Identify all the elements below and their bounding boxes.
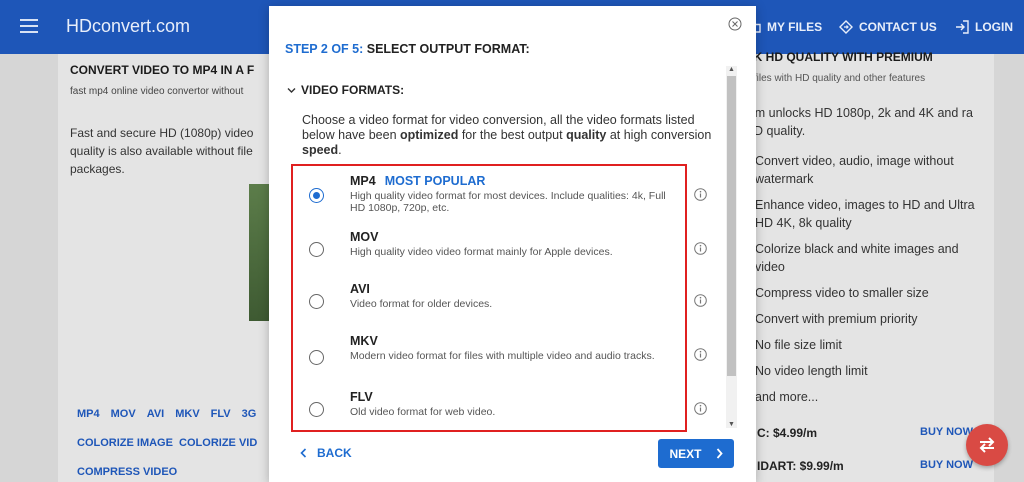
premium-feature: Enhance video, images to HD and Ultra HD… — [755, 198, 975, 230]
close-icon[interactable] — [728, 17, 742, 31]
back-button[interactable]: BACK — [300, 446, 352, 460]
intro-emphasis: quality — [566, 128, 607, 142]
preview-image — [249, 184, 270, 321]
radio-button[interactable] — [309, 350, 324, 365]
format-option-mkv[interactable]: MKV Modern video format for files with m… — [293, 326, 707, 382]
format-scroll-area[interactable]: VIDEO FORMATS: Choose a video format for… — [269, 66, 739, 432]
next-button[interactable]: NEXT — [658, 439, 734, 468]
format-option-mov[interactable]: MOV High quality video video format main… — [293, 222, 707, 274]
format-name: MKV — [350, 334, 378, 348]
format-option-flv[interactable]: FLV Old video format for web video. — [293, 382, 707, 430]
buy-now-button[interactable]: BUY NOW — [920, 426, 973, 438]
format-link[interactable]: 3G — [242, 408, 257, 420]
step-heading: STEP 2 OF 5: SELECT OUTPUT FORMAT: — [285, 42, 530, 56]
colorize-links[interactable]: COLORIZE IMAGE COLORIZE VID — [77, 437, 257, 449]
premium-feature: and more... — [755, 390, 819, 404]
nav-my-files-label: MY FILES — [767, 20, 823, 34]
plan-price: IDART: $9.99/m — [757, 459, 844, 473]
radio-button[interactable] — [309, 294, 324, 309]
premium-feature: Convert with premium priority — [755, 312, 918, 326]
format-link[interactable]: MKV — [175, 408, 199, 420]
step-counter: STEP 2 OF 5: — [285, 42, 364, 56]
radio-button[interactable] — [309, 242, 324, 257]
format-link[interactable]: FLV — [211, 408, 231, 420]
format-intro-text: Choose a video format for video conversi… — [302, 113, 722, 158]
nav-login[interactable]: LOGIN — [955, 20, 1013, 34]
page-heading: CONVERT VIDEO TO MP4 IN A F — [70, 63, 255, 77]
premium-feature: No file size limit — [755, 338, 842, 352]
premium-feature: Colorize black and white images and vide… — [755, 242, 959, 274]
format-name-text: MP4 — [350, 174, 376, 188]
format-description: Old video format for web video. — [350, 406, 496, 418]
radio-button[interactable] — [309, 402, 324, 417]
format-link[interactable]: MP4 — [77, 408, 100, 420]
info-icon[interactable] — [694, 402, 707, 415]
chevron-down-icon — [287, 87, 296, 93]
intro-emphasis: optimized — [400, 128, 459, 142]
intro-text: . — [338, 143, 342, 157]
chevron-right-icon — [716, 448, 723, 459]
premium-feature: Convert video, audio, image without wate… — [755, 154, 954, 186]
intro-text: at high conversion — [606, 128, 712, 142]
scrollbar-thumb[interactable] — [727, 76, 736, 376]
chevron-left-icon — [300, 448, 307, 458]
login-icon — [956, 20, 969, 34]
intro-text: for the best output — [458, 128, 567, 142]
format-link[interactable]: MOV — [111, 408, 136, 420]
back-label: BACK — [317, 446, 352, 460]
page-description: Fast and secure HD (1080p) video quality… — [70, 126, 254, 176]
scroll-down-arrow[interactable]: ▼ — [728, 421, 735, 428]
format-option-avi[interactable]: AVI Video format for older devices. — [293, 274, 707, 326]
scroll-up-arrow[interactable]: ▲ — [728, 66, 735, 73]
format-description: High quality video format for most devic… — [350, 190, 666, 214]
info-icon[interactable] — [694, 188, 707, 201]
next-label: NEXT — [669, 446, 702, 461]
compress-video-link[interactable]: COMPRESS VIDEO — [77, 466, 177, 478]
info-icon[interactable] — [694, 242, 707, 255]
select-format-modal: STEP 2 OF 5: SELECT OUTPUT FORMAT: VIDEO… — [269, 6, 756, 482]
most-popular-badge: MOST POPULAR — [384, 174, 486, 188]
format-link[interactable]: AVI — [147, 408, 165, 420]
format-name: MP4 MOST POPULAR — [350, 174, 485, 188]
step-title: SELECT OUTPUT FORMAT: — [366, 42, 530, 56]
nav-contact-us-label: CONTACT US — [859, 20, 937, 34]
menu-icon[interactable] — [20, 19, 38, 33]
nav-login-label: LOGIN — [975, 20, 1013, 34]
format-links: MP4 MOV AVI MKV FLV 3G — [77, 408, 267, 420]
info-icon[interactable] — [694, 294, 707, 307]
format-name: FLV — [350, 390, 373, 404]
site-logo[interactable]: HDconvert.com — [66, 16, 190, 37]
format-options-list: MP4 MOST POPULAR High quality video forma… — [291, 164, 707, 432]
page-subheading: fast mp4 online video convertor without — [70, 86, 244, 97]
nav-contact-us[interactable]: CONTACT US — [839, 20, 937, 34]
video-formats-toggle[interactable]: VIDEO FORMATS: — [287, 83, 404, 97]
buy-now-button[interactable]: BUY NOW — [920, 459, 973, 471]
intro-emphasis: speed — [302, 143, 339, 157]
format-option-mp4[interactable]: MP4 MOST POPULAR High quality video forma… — [293, 166, 707, 222]
premium-subtitle: rt files with HD quality and other featu… — [745, 73, 926, 84]
plan-price: C: $4.99/m — [757, 426, 818, 440]
format-description: High quality video video format mainly f… — [350, 246, 613, 258]
radio-button-selected[interactable] — [309, 188, 324, 203]
info-icon[interactable] — [694, 348, 707, 361]
convert-fab-button[interactable] — [966, 424, 1008, 466]
format-description: Modern video format for files with multi… — [350, 350, 655, 362]
swap-arrows-icon — [979, 437, 995, 453]
section-label: VIDEO FORMATS: — [301, 83, 405, 97]
diamond-contact-icon — [839, 20, 853, 34]
premium-feature: Compress video to smaller size — [755, 286, 929, 300]
format-description: Video format for older devices. — [350, 298, 493, 310]
premium-intro: ium unlocks HD 1080p, 2k and 4K and ra H… — [745, 106, 973, 138]
nav-my-files[interactable]: MY FILES — [747, 20, 822, 34]
premium-feature: No video length limit — [755, 364, 868, 378]
format-name: AVI — [350, 282, 370, 296]
format-name: MOV — [350, 230, 379, 244]
modal-scrollbar[interactable]: ▲ ▼ — [726, 66, 737, 428]
premium-title: CK HD QUALITY WITH PREMIUM — [745, 50, 933, 64]
